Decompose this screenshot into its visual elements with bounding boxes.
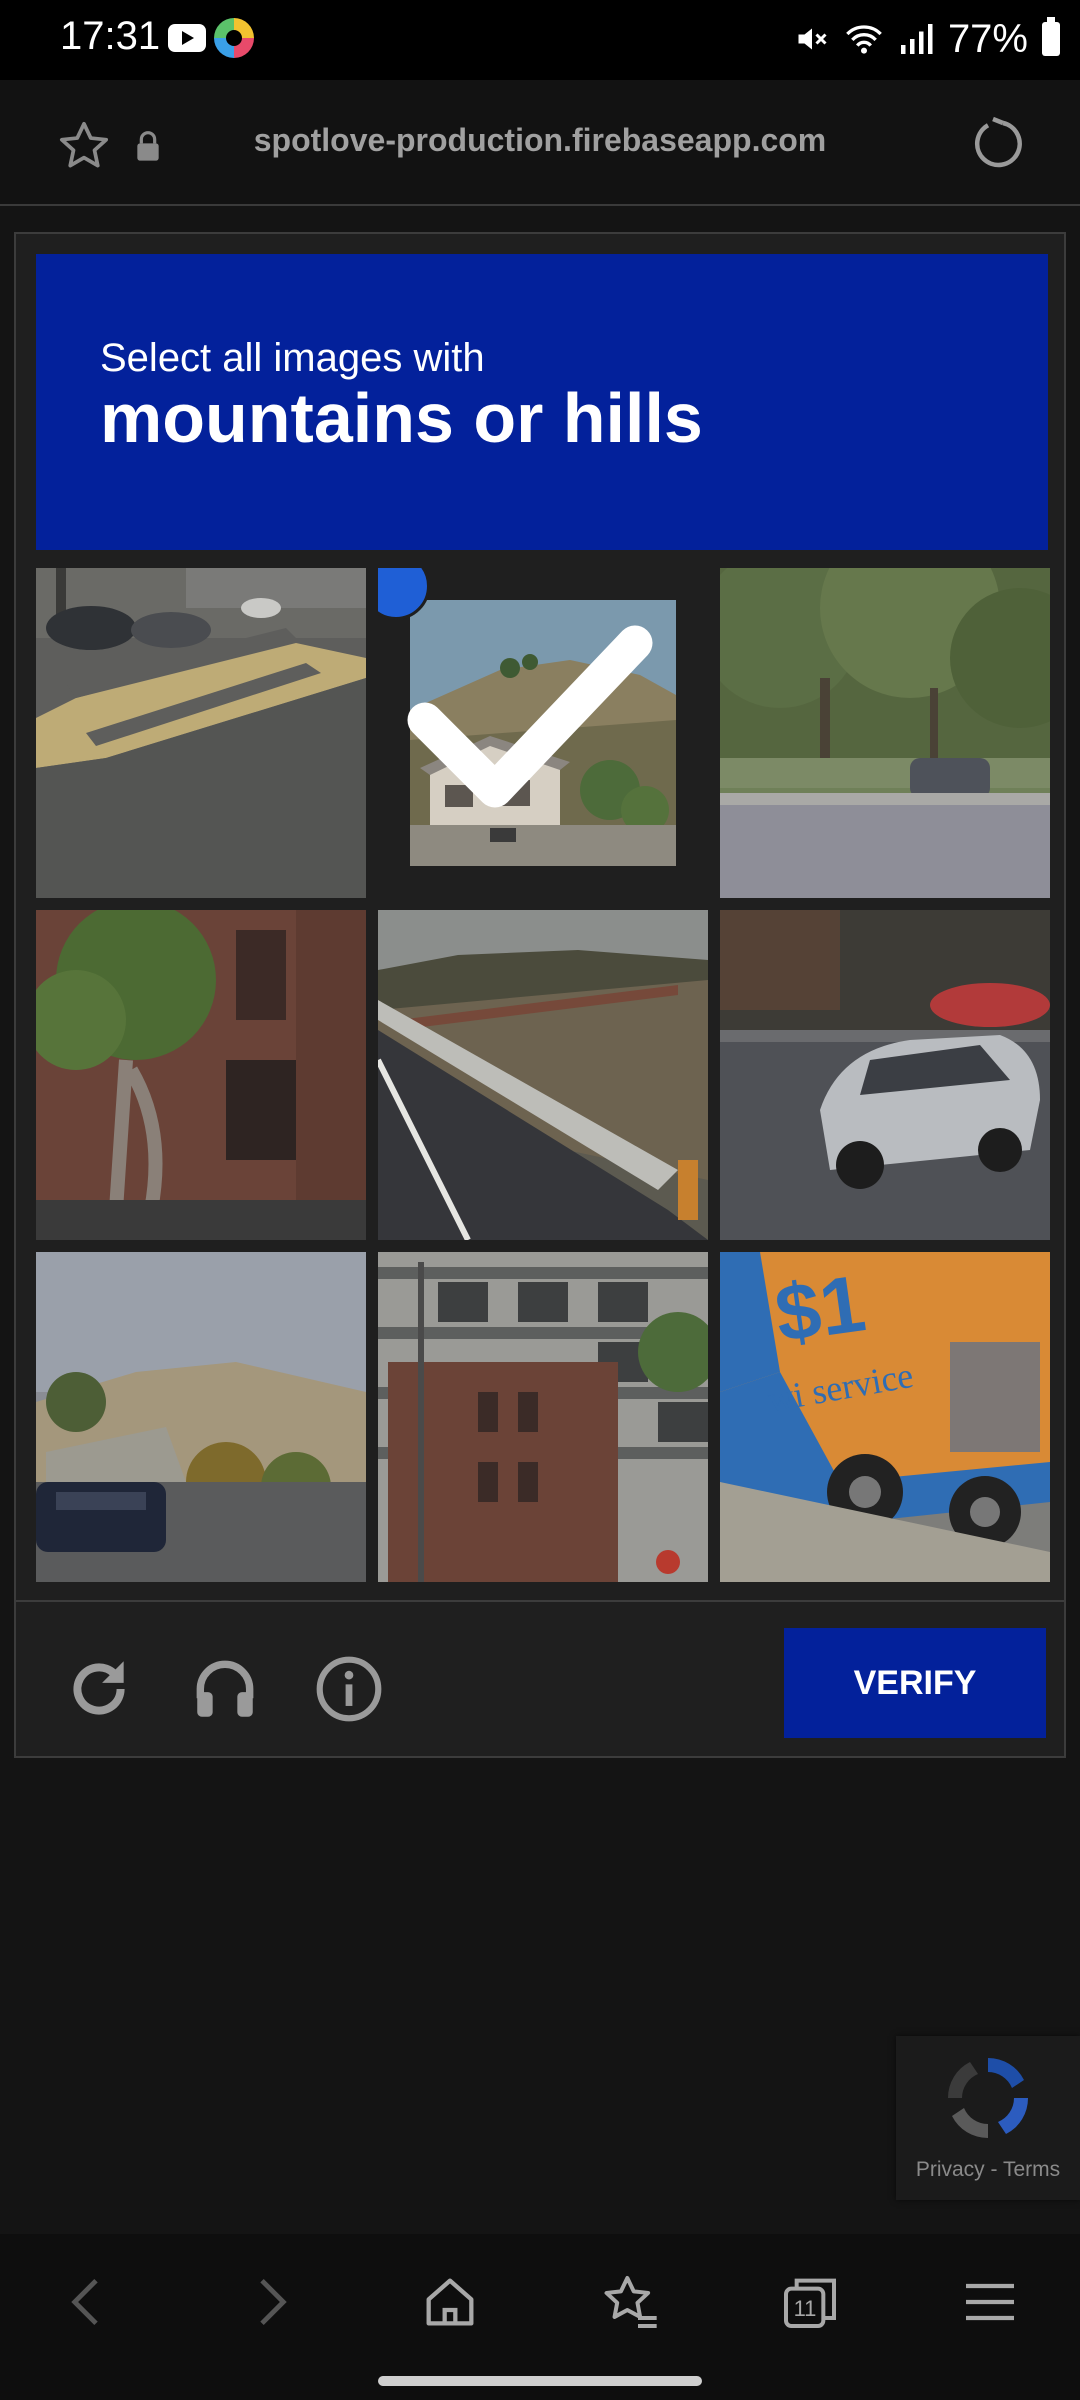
verify-button[interactable]: VERIFY bbox=[784, 1628, 1046, 1738]
tile-image-3 bbox=[720, 568, 1050, 898]
wifi-icon bbox=[846, 25, 882, 54]
instruction-text: Select all images with bbox=[100, 336, 485, 380]
app-icon bbox=[214, 18, 254, 58]
status-time: 17:31 bbox=[60, 14, 161, 58]
captcha-challenge: Select all images with mountains or hill… bbox=[14, 232, 1066, 1758]
recaptcha-links: Privacy - Terms bbox=[896, 2158, 1080, 2182]
tile-image-4 bbox=[36, 910, 366, 1240]
captcha-header: Select all images with mountains or hill… bbox=[36, 254, 1048, 550]
tile-image-8 bbox=[378, 1252, 708, 1582]
refresh-icon[interactable] bbox=[62, 1652, 136, 1726]
captcha-tile-3[interactable] bbox=[720, 568, 1050, 898]
gesture-bar[interactable] bbox=[378, 2376, 702, 2386]
battery-icon bbox=[1042, 17, 1060, 56]
back-icon[interactable] bbox=[56, 2270, 120, 2334]
selected-check-badge bbox=[378, 568, 653, 808]
recaptcha-logo-icon bbox=[947, 2057, 1029, 2139]
forward-icon[interactable] bbox=[238, 2270, 302, 2334]
signal-icon bbox=[900, 24, 933, 54]
home-icon[interactable] bbox=[418, 2270, 482, 2334]
status-right: 77% bbox=[794, 14, 1060, 64]
captcha-tile-6[interactable] bbox=[720, 910, 1050, 1240]
captcha-tile-8[interactable] bbox=[378, 1252, 708, 1582]
tabs-button[interactable]: 11 bbox=[778, 2270, 842, 2334]
tile-image-7 bbox=[36, 1252, 366, 1582]
reload-icon[interactable] bbox=[968, 114, 1028, 174]
tab-count: 11 bbox=[793, 2296, 817, 2321]
url-text[interactable]: spotlove-production.firebaseapp.com bbox=[0, 122, 1080, 159]
tile-image-6 bbox=[720, 910, 1050, 1240]
captcha-tile-4[interactable] bbox=[36, 910, 366, 1240]
menu-icon[interactable] bbox=[958, 2270, 1022, 2334]
terms-link[interactable]: Terms bbox=[1003, 2158, 1060, 2181]
captcha-tile-5[interactable] bbox=[378, 910, 708, 1240]
status-bar: 17:31 77% bbox=[0, 0, 1080, 80]
info-icon[interactable] bbox=[312, 1652, 386, 1726]
recaptcha-badge[interactable]: Privacy - Terms bbox=[896, 2036, 1080, 2200]
url-bar: spotlove-production.firebaseapp.com bbox=[0, 80, 1080, 206]
youtube-icon bbox=[168, 24, 206, 52]
battery-percent: 77% bbox=[947, 16, 1028, 61]
tile-image-5 bbox=[378, 910, 708, 1240]
captcha-tile-2[interactable] bbox=[378, 568, 708, 898]
bottom-nav: 11 bbox=[0, 2234, 1080, 2400]
mute-icon bbox=[798, 28, 827, 50]
bookmarks-icon[interactable] bbox=[598, 2270, 662, 2334]
tile-image-1 bbox=[36, 568, 366, 898]
captcha-tile-9[interactable]: $1 wi service bbox=[720, 1252, 1050, 1582]
privacy-link[interactable]: Privacy bbox=[916, 2158, 985, 2181]
link-separator: - bbox=[990, 2158, 998, 2181]
captcha-tile-1[interactable] bbox=[36, 568, 366, 898]
svg-text:$1: $1 bbox=[770, 1258, 871, 1359]
headphones-icon[interactable] bbox=[188, 1652, 262, 1726]
captcha-tile-7[interactable] bbox=[36, 1252, 366, 1582]
checkmark-icon bbox=[407, 625, 653, 808]
footer-divider bbox=[16, 1600, 1064, 1602]
instruction-target: mountains or hills bbox=[100, 379, 703, 457]
tile-image-9: $1 wi service bbox=[720, 1252, 1050, 1582]
